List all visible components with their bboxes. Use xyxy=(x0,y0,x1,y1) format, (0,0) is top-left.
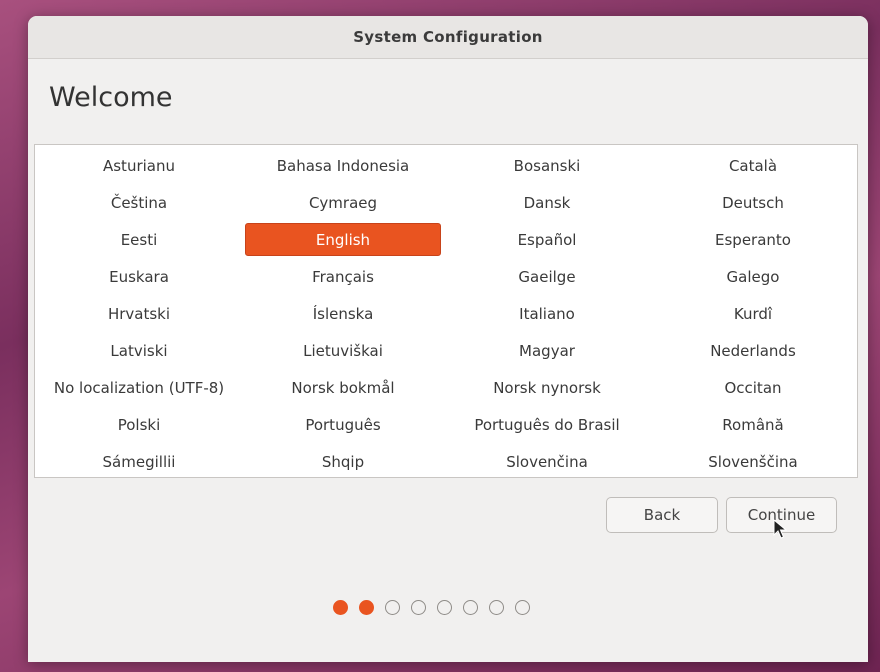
language-item[interactable]: Íslenska xyxy=(245,297,441,330)
language-item[interactable]: Română xyxy=(653,408,853,441)
progress-dot xyxy=(411,600,426,615)
system-configuration-window: System Configuration Welcome Asturianu Ba… xyxy=(28,16,868,662)
back-button[interactable]: Back xyxy=(606,497,718,533)
progress-dot xyxy=(437,600,452,615)
progress-dot xyxy=(463,600,478,615)
language-item[interactable]: Dansk xyxy=(447,186,647,219)
language-item[interactable]: Occitan xyxy=(653,371,853,404)
language-item[interactable]: Norsk bokmål xyxy=(245,371,441,404)
language-item[interactable]: Čeština xyxy=(39,186,239,219)
language-item[interactable]: Sámegillii xyxy=(39,445,239,478)
progress-indicator xyxy=(333,600,530,615)
language-item[interactable]: Eesti xyxy=(39,223,239,256)
language-item[interactable]: Euskara xyxy=(39,260,239,293)
progress-dot xyxy=(489,600,504,615)
language-item[interactable]: Gaeilge xyxy=(447,260,647,293)
language-item[interactable]: Shqip xyxy=(245,445,441,478)
language-item[interactable]: Asturianu xyxy=(39,149,239,182)
language-item[interactable]: Magyar xyxy=(447,334,647,367)
language-item[interactable]: Latviski xyxy=(39,334,239,367)
language-item[interactable]: Português do Brasil xyxy=(447,408,647,441)
language-item[interactable]: Norsk nynorsk xyxy=(447,371,647,404)
language-item[interactable]: Slovenčina xyxy=(447,445,647,478)
language-item[interactable]: Cymraeg xyxy=(245,186,441,219)
language-item[interactable]: Bahasa Indonesia xyxy=(245,149,441,182)
language-item[interactable]: Nederlands xyxy=(653,334,853,367)
language-item[interactable]: Slovenščina xyxy=(653,445,853,478)
language-item[interactable]: Français xyxy=(245,260,441,293)
language-item[interactable]: Italiano xyxy=(447,297,647,330)
language-grid: Asturianu Bahasa Indonesia Bosanski Català Č… xyxy=(35,145,857,480)
progress-dot xyxy=(515,600,530,615)
language-item[interactable]: Polski xyxy=(39,408,239,441)
language-item[interactable]: No localization (UTF-8) xyxy=(39,371,239,404)
progress-dot-complete xyxy=(359,600,374,615)
language-item[interactable]: Deutsch xyxy=(653,186,853,219)
progress-dot xyxy=(385,600,400,615)
language-item[interactable]: Lietuviškai xyxy=(245,334,441,367)
language-item[interactable]: Español xyxy=(447,223,647,256)
language-item[interactable]: Bosanski xyxy=(447,149,647,182)
page-title: Welcome xyxy=(49,82,173,113)
window-title: System Configuration xyxy=(28,16,868,59)
language-item[interactable]: Esperanto xyxy=(653,223,853,256)
language-item[interactable]: Kurdî xyxy=(653,297,853,330)
language-item-selected[interactable]: English xyxy=(245,223,441,256)
language-item[interactable]: Hrvatski xyxy=(39,297,239,330)
language-list[interactable]: Asturianu Bahasa Indonesia Bosanski Català Č… xyxy=(34,144,858,478)
progress-dot-complete xyxy=(333,600,348,615)
language-item[interactable]: Galego xyxy=(653,260,853,293)
mouse-pointer-icon xyxy=(773,519,787,539)
language-item[interactable]: Català xyxy=(653,149,853,182)
language-item[interactable]: Português xyxy=(245,408,441,441)
